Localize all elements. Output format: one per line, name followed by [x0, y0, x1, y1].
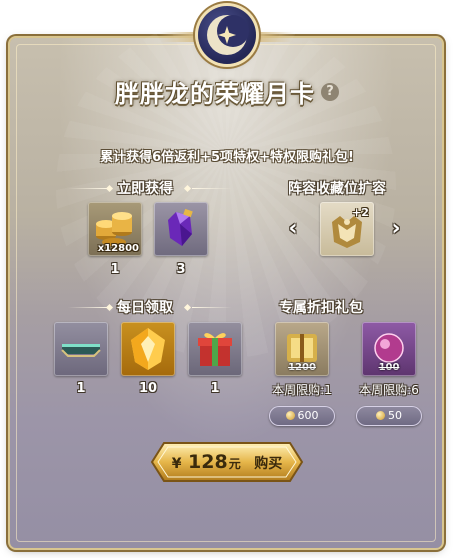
item-count: 1 [76, 381, 86, 396]
emblem-wing-left [160, 32, 200, 42]
divider-line [192, 307, 232, 308]
original-price-tag: 1200 [275, 360, 329, 376]
coin-icon [285, 411, 295, 420]
moon-star-emblem-icon [198, 6, 256, 64]
divider-line [68, 188, 108, 189]
section-label-daily: 每日领取 [117, 300, 173, 316]
buy-button-text: ¥ 128元 购买 [150, 441, 304, 483]
original-price: 100 [378, 362, 400, 373]
item-count: 3 [176, 262, 186, 277]
divider-line [68, 307, 108, 308]
buy-label: 购买 [254, 456, 283, 472]
arrow-left-icon[interactable]: ‹ [283, 217, 303, 241]
emblem-wing-right [254, 32, 294, 42]
section-label-discount: 专属折扣礼包 [279, 300, 363, 316]
monthly-card-panel: 胖胖龙的荣耀月卡? 累计获得6倍返利+5项特权+特权限购礼包! 立即获得 x12… [0, 0, 454, 558]
gift-box-icon [198, 333, 232, 366]
divider-line [192, 188, 232, 189]
section-label-instant: 立即获得 [117, 181, 173, 197]
item-gold-shard[interactable] [121, 322, 175, 376]
item-count: 1 [110, 262, 120, 277]
title-row: 胖胖龙的荣耀月卡? [0, 74, 454, 108]
discount-price: 50 [388, 409, 402, 422]
item-collection-slot[interactable]: +2 [320, 202, 374, 256]
price-unit: 元 [228, 457, 241, 471]
weekly-limit-text: 本周限购:6 [359, 383, 419, 397]
price-amount: 128 [188, 451, 228, 473]
item-purple-crystal[interactable] [154, 202, 208, 256]
section-label-collection: 阵容收藏位扩容 [288, 181, 386, 197]
subtitle: 累计获得6倍返利+5项特权+特权限购礼包! [100, 150, 354, 165]
discount-buy-button[interactable]: 600 [269, 406, 335, 426]
arrow-right-icon[interactable]: › [386, 217, 406, 241]
purple-crystal-icon [168, 208, 193, 246]
item-badge: x12800 [97, 243, 139, 254]
discount-price: 600 [297, 409, 319, 422]
item-golden-box[interactable]: 1200 [275, 322, 329, 376]
item-frame-ornament[interactable] [54, 322, 108, 376]
original-price-tag: 100 [362, 360, 416, 376]
help-icon[interactable]: ? [321, 82, 339, 101]
item-count: 10 [138, 381, 158, 396]
slot-increase-badge: +2 [352, 206, 369, 219]
item-magic-orb[interactable]: 100 [362, 322, 416, 376]
page-title: 胖胖龙的荣耀月卡 [115, 80, 315, 108]
weekly-limit-text: 本周限购:1 [272, 383, 332, 397]
original-price: 1200 [288, 362, 316, 373]
frame-ornament-icon [61, 344, 101, 357]
item-gift-box[interactable] [188, 322, 242, 376]
item-count: 1 [210, 381, 220, 396]
item-gold-coins[interactable]: x12800 [88, 202, 142, 256]
gold-shard-icon [131, 328, 165, 370]
currency-symbol: ¥ [171, 456, 182, 472]
discount-buy-button[interactable]: 50 [356, 406, 422, 426]
coin-icon [376, 411, 385, 420]
buy-button[interactable]: ¥ 128元 购买 [150, 441, 304, 483]
